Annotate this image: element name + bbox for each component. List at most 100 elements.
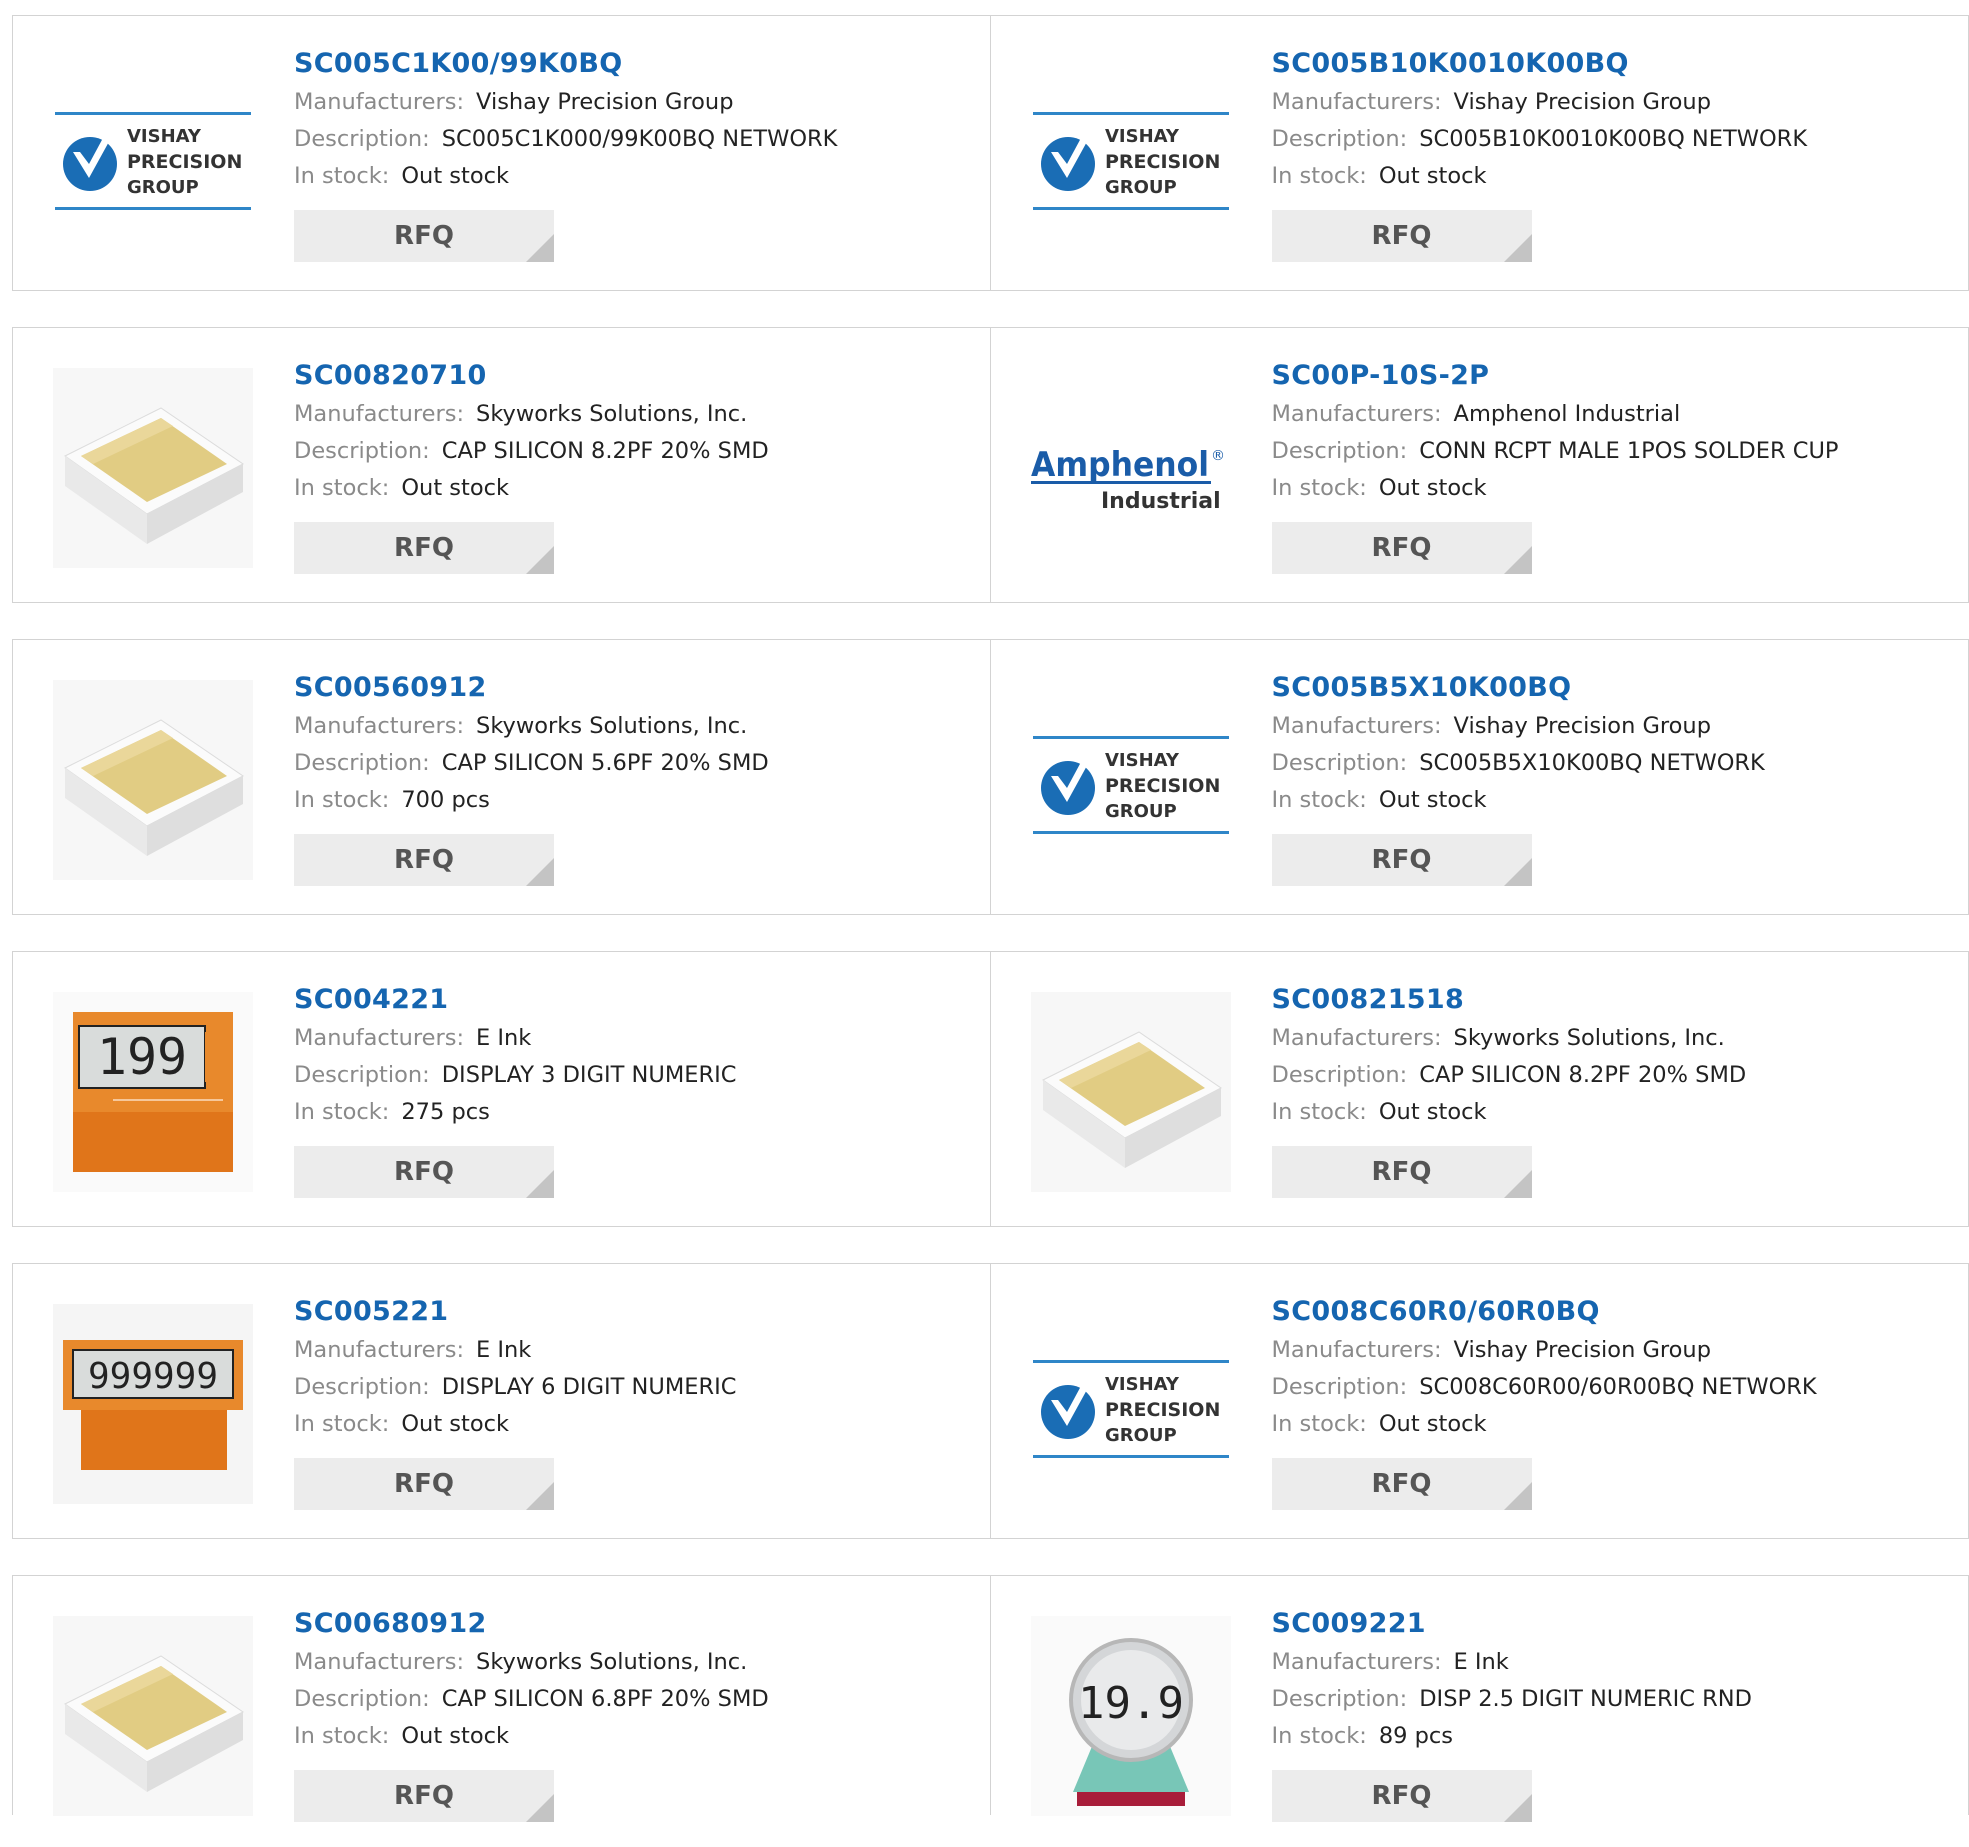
manufacturer-row: Manufacturers: Vishay Precision Group [294,84,837,121]
stock-row: In stock: Out stock [1272,1094,1747,1131]
stock-value: 700 pcs [401,787,490,813]
vishay-line2: PRECISION [1105,151,1220,173]
product-image[interactable]: 19.9 [1030,1616,1231,1816]
rfq-button[interactable]: RFQ [1271,834,1532,886]
part-number-link[interactable]: SC009221 [1272,1604,1752,1644]
manufacturer-value: Vishay Precision Group [1453,89,1711,115]
manufacturer-row: Manufacturers: E Ink [294,1332,736,1369]
description-value: CAP SILICON 6.8PF 20% SMD [441,1686,769,1712]
description-row: Description: CAP SILICON 5.6PF 20% SMD [294,745,769,782]
manufacturer-label: Manufacturers: [294,1025,465,1051]
amphenol-logo-icon: Amphenol ® Industrial [1030,445,1225,514]
rfq-button[interactable]: RFQ [294,1458,554,1510]
product-info: SC008C60R0/60R0BQ Manufacturers: Vishay P… [1271,1292,1817,1510]
description-label: Description: [1271,750,1408,776]
product-image[interactable]: VISHAY PRECISION GROUP [1031,1304,1231,1504]
product-image[interactable]: 199 [53,992,253,1192]
corner-triangle [526,1482,554,1510]
product-row: SC00820710 Manufacturers: Skyworks Soluti… [12,327,1969,603]
product-image[interactable]: VISHAY PRECISION GROUP [53,56,253,256]
description-label: Description: [294,1686,430,1712]
stock-value: Out stock [401,163,509,189]
vishay-line1: VISHAY [1105,126,1180,147]
product-image[interactable]: VISHAY PRECISION GROUP [1031,680,1231,880]
part-number-link[interactable]: SC00821518 [1272,980,1747,1020]
rfq-button[interactable]: RFQ [294,834,554,886]
manufacturer-row: Manufacturers: Vishay Precision Group [1272,1332,1817,1369]
part-number-link[interactable]: SC005B5X10K00BQ [1272,668,1765,708]
product-image[interactable] [1030,992,1231,1192]
manufacturer-row: Manufacturers: Skyworks Solutions, Inc. [294,396,769,433]
part-number-link[interactable]: SC008C60R0/60R0BQ [1272,1292,1817,1332]
part-number-link[interactable]: SC005221 [294,1292,736,1332]
corner-triangle [1503,546,1532,574]
description-label: Description: [1271,1374,1408,1400]
manufacturer-label: Manufacturers: [1271,1337,1442,1363]
description-row: Description: CONN RCPT MALE 1POS SOLDER C… [1272,433,1839,470]
stock-row: In stock: Out stock [294,1718,769,1755]
description-row: Description: SC005B10K0010K00BQ NETWORK [1272,121,1808,158]
description-row: Description: CAP SILICON 6.8PF 20% SMD [294,1681,769,1718]
part-number-link[interactable]: SC00P-10S-2P [1272,356,1839,396]
vishay-line3: GROUP [127,177,199,198]
description-label: Description: [1271,1686,1408,1712]
rfq-button[interactable]: RFQ [294,1770,554,1822]
rfq-label: RFQ [394,1781,454,1811]
product-card: VISHAY PRECISION GROUP SC005C1K00/99K0BQ M… [13,16,991,290]
product-image[interactable] [53,680,253,880]
part-number-link[interactable]: SC00560912 [294,668,769,708]
stock-label: In stock: [1271,787,1367,813]
rfq-button[interactable]: RFQ [1271,1146,1532,1198]
vishay-line3: GROUP [1105,1425,1177,1446]
stock-value: Out stock [1378,1099,1487,1125]
vishay-line2: PRECISION [1105,775,1220,797]
stock-value: Out stock [1378,1411,1487,1437]
product-grid: VISHAY PRECISION GROUP SC005C1K00/99K0BQ M… [12,15,1969,1822]
part-number-link[interactable]: SC00820710 [294,356,769,396]
product-card: VISHAY PRECISION GROUP SC005B5X10K00BQ Man… [991,640,1969,914]
amphenol-word: Amphenol [1031,445,1209,485]
eink-round-display-image: 19.9 [1030,1616,1231,1816]
manufacturer-value: E Ink [476,1025,532,1051]
description-value: DISPLAY 6 DIGIT NUMERIC [441,1374,737,1400]
product-info: SC00821518 Manufacturers: Skyworks Soluti… [1271,980,1747,1198]
rfq-label: RFQ [394,221,454,251]
part-number-link[interactable]: SC005C1K00/99K0BQ [294,44,837,84]
rfq-button[interactable]: RFQ [294,522,554,574]
rfq-button[interactable]: RFQ [1271,210,1532,262]
corner-triangle [1503,1794,1532,1822]
product-card: SC00560912 Manufacturers: Skyworks Soluti… [13,640,991,914]
part-number-link[interactable]: SC00680912 [294,1604,769,1644]
product-image[interactable]: VISHAY PRECISION GROUP [1031,56,1231,256]
description-row: Description: SC005C1K000/99K00BQ NETWORK [294,121,837,158]
manufacturer-row: Manufacturers: Skyworks Solutions, Inc. [294,708,769,745]
rfq-button[interactable]: RFQ [294,1146,554,1198]
stock-row: In stock: Out stock [1272,158,1808,195]
stock-label: In stock: [294,475,390,501]
product-image[interactable] [53,368,253,568]
vishay-line3: GROUP [1105,801,1177,822]
stock-value: Out stock [401,1723,509,1749]
product-info: SC005B5X10K00BQ Manufacturers: Vishay Pre… [1271,668,1765,886]
part-number-link[interactable]: SC005B10K0010K00BQ [1272,44,1808,84]
stock-label: In stock: [294,1411,390,1437]
rfq-button[interactable]: RFQ [294,210,554,262]
rfq-button[interactable]: RFQ [1271,522,1532,574]
product-image[interactable]: 999999 [53,1304,253,1504]
product-row: VISHAY PRECISION GROUP SC005C1K00/99K0BQ M… [12,15,1969,291]
rfq-button[interactable]: RFQ [1271,1770,1532,1822]
stock-label: In stock: [1271,163,1367,189]
product-card: 19.9 SC009221 Manufacturers: E Ink Descri… [991,1576,1969,1822]
rfq-button[interactable]: RFQ [1271,1458,1532,1510]
manufacturer-row: Manufacturers: Skyworks Solutions, Inc. [1272,1020,1747,1057]
stock-value: Out stock [1378,163,1487,189]
manufacturer-value: E Ink [476,1337,532,1363]
corner-triangle [1503,858,1532,886]
description-value: CONN RCPT MALE 1POS SOLDER CUP [1419,438,1839,464]
rfq-label: RFQ [1371,533,1432,563]
product-card: Amphenol ® Industrial SC00P-10S-2P Manufac… [991,328,1969,602]
product-image[interactable] [53,1616,253,1816]
product-image[interactable]: Amphenol ® Industrial [1030,368,1231,568]
part-number-link[interactable]: SC004221 [294,980,736,1020]
stock-label: In stock: [294,163,390,189]
